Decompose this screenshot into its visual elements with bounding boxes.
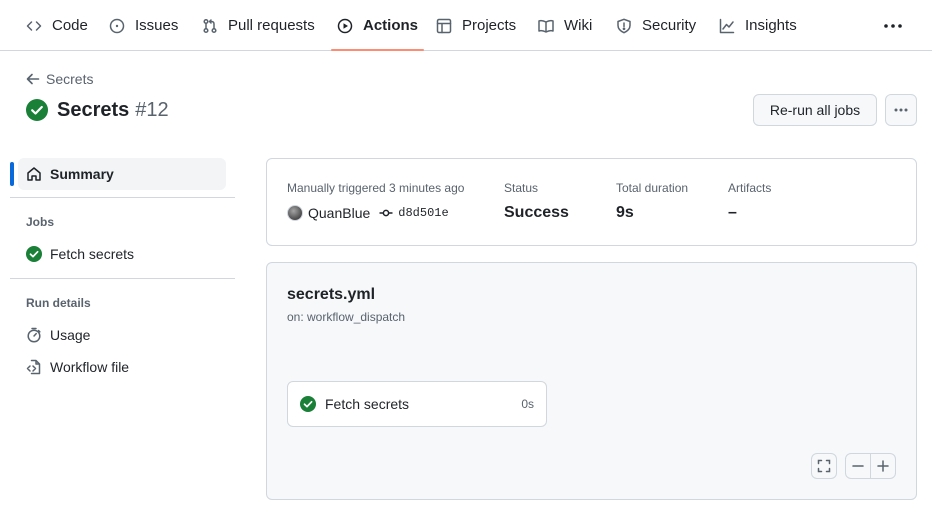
sidebar-item-fetch-secrets[interactable]: Fetch secrets [18,239,226,269]
issue-icon [109,18,125,34]
workflow-file-name[interactable]: secrets.yml [287,286,375,304]
zoom-out-button[interactable] [845,453,871,479]
workflow-graph: secrets.yml on: workflow_dispatch Fetch … [266,262,917,500]
git-commit-icon [379,206,393,220]
code-icon [26,18,42,34]
tab-actions[interactable]: Actions [330,0,425,51]
dash-icon [852,465,864,467]
sidebar-heading-jobs: Jobs [26,215,55,229]
commit-sha-link[interactable]: d8d501e [398,206,448,220]
fit-to-screen-button[interactable] [811,453,837,479]
sidebar-divider [10,197,235,198]
job-node-fetch-secrets[interactable]: Fetch secrets 0s [287,381,547,427]
file-code-icon [26,359,42,375]
back-to-workflow-link[interactable]: Secrets [26,70,93,88]
artifacts-label: Artifacts [728,181,772,195]
artifacts-value: – [728,204,737,221]
actor-info: QuanBlue d8d501e [287,204,449,222]
status-value: Success [504,204,569,221]
more-actions-button[interactable] [885,94,917,126]
avatar[interactable] [287,205,303,221]
stopwatch-icon [26,327,42,343]
job-duration: 0s [521,397,534,411]
sidebar-item-workflow-file[interactable]: Workflow file [18,352,226,382]
check-circle-fill-icon [26,99,48,121]
pull-request-icon [202,18,218,34]
plus-icon [877,460,889,472]
actor-name[interactable]: QuanBlue [308,205,370,221]
page-title: Secrets #12 [26,98,169,122]
tab-projects[interactable]: Projects [436,0,516,51]
arrow-left-icon [26,73,40,85]
zoom-in-button[interactable] [870,453,896,479]
sidebar-active-marker [10,162,14,186]
book-icon [538,18,554,34]
tab-wiki[interactable]: Wiki [538,0,592,51]
play-icon [337,18,353,34]
kebab-horizontal-icon[interactable] [881,17,905,35]
workflow-trigger: on: workflow_dispatch [287,310,406,324]
check-circle-fill-icon [300,396,316,412]
home-icon [27,167,41,181]
job-name: Fetch secrets [325,396,410,412]
tab-pull-requests[interactable]: Pull requests [202,0,315,51]
table-icon [436,18,452,34]
graph-icon [719,18,735,34]
repo-nav: Code Issues Pull requests Actions Projec… [0,0,932,51]
shield-icon [616,18,632,34]
tab-code[interactable]: Code [26,0,88,51]
tab-insights[interactable]: Insights [719,0,797,51]
check-circle-fill-icon [26,246,42,262]
duration-value: 9s [616,204,634,221]
status-label: Status [504,181,539,195]
sidebar-divider [10,278,235,279]
sidebar-item-usage[interactable]: Usage [18,320,226,350]
tab-issues[interactable]: Issues [109,0,178,51]
duration-label: Total duration [616,181,689,195]
screen-full-icon [817,459,831,473]
run-summary-card: Manually triggered 3 minutes ago QuanBlu… [266,158,917,246]
tab-security[interactable]: Security [616,0,696,51]
workflow-name: Secrets [57,98,130,121]
rerun-all-jobs-button[interactable]: Re-run all jobs [753,94,877,126]
kebab-horizontal-icon [894,108,908,112]
sidebar-item-summary[interactable]: Summary [18,158,226,190]
sidebar-heading-run-details: Run details [26,296,91,310]
run-number: #12 [135,98,169,121]
trigger-label: Manually triggered 3 minutes ago [287,181,465,195]
